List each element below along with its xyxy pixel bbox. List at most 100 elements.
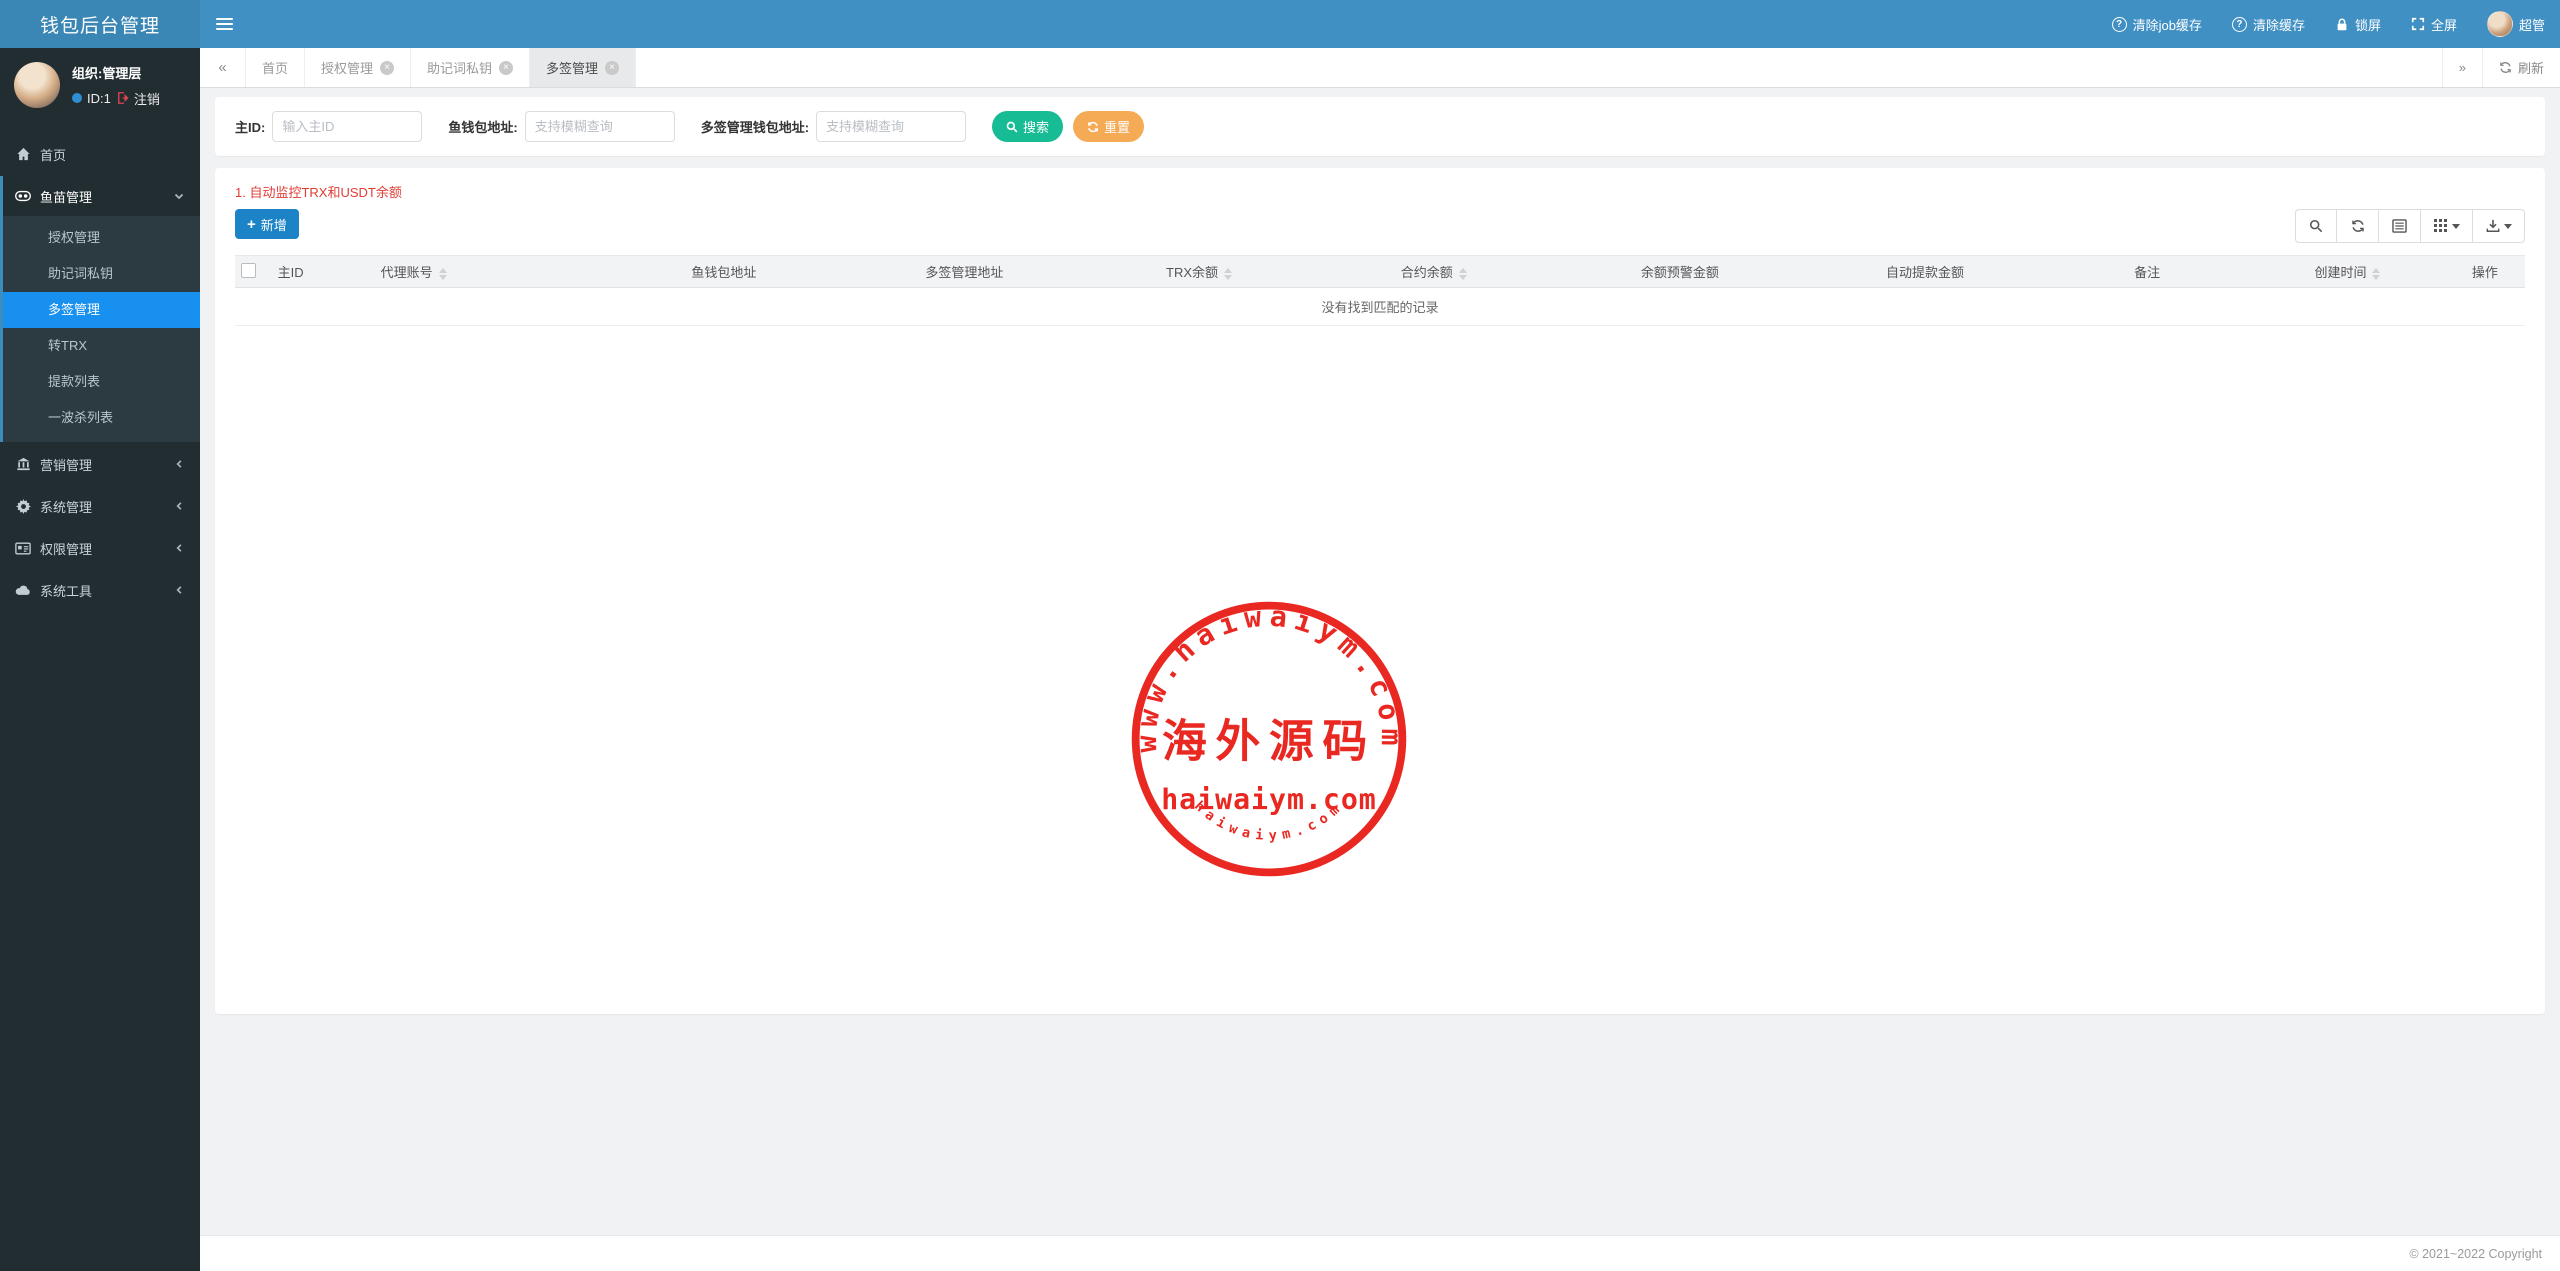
cloud-icon	[15, 584, 31, 596]
empty-row: 没有找到匹配的记录	[235, 287, 2525, 326]
col-main-id: 主ID	[271, 255, 375, 288]
field-label-fish-wallet: 鱼钱包地址:	[448, 120, 518, 135]
search-button[interactable]: 搜索	[992, 111, 1064, 142]
sidebar-item-home[interactable]: 首页	[0, 134, 200, 174]
clear-cache-button[interactable]: ? 清除缓存	[2217, 0, 2320, 48]
user-panel: 组织:管理层 ID:1 注销	[0, 48, 200, 124]
table-columns-button[interactable]	[2421, 209, 2473, 243]
col-trx-balance[interactable]: TRX余额	[1084, 255, 1314, 288]
tab-mnemonic[interactable]: 助记词私钥 ×	[411, 48, 531, 87]
lock-screen-button[interactable]: 锁屏	[2320, 0, 2396, 48]
fullscreen-button[interactable]: 全屏	[2396, 0, 2472, 48]
sidebar: 组织:管理层 ID:1 注销 首页 鱼苗管理 授权管理 助记词私钥 多签管理 转…	[0, 48, 200, 1271]
close-icon[interactable]: ×	[499, 60, 514, 75]
user-org: 组织:管理层	[72, 65, 142, 81]
select-all-checkbox[interactable]	[241, 262, 256, 278]
col-auto-withdraw: 自动提款金额	[1805, 255, 2045, 288]
chevron-left-icon	[174, 584, 185, 596]
sidebar-menu: 首页 鱼苗管理 授权管理 助记词私钥 多签管理 转TRX 提款列表 一波杀列表	[0, 134, 200, 610]
export-download-icon	[2486, 219, 2500, 233]
logout-link[interactable]: 注销	[134, 89, 160, 108]
sort-icon	[1458, 267, 1467, 280]
col-agent-account[interactable]: 代理账号	[374, 255, 604, 288]
sort-icon	[438, 267, 447, 280]
reset-button[interactable]: 重置	[1073, 111, 1145, 142]
avatar	[14, 62, 60, 108]
tab-multisig[interactable]: 多签管理 ×	[530, 48, 637, 87]
tabs-scroll-left-button[interactable]: «	[200, 48, 246, 87]
add-button[interactable]: + 新增	[235, 209, 299, 239]
home-icon	[15, 147, 31, 161]
sidebar-toggle-button[interactable]	[200, 0, 248, 48]
top-navbar: 钱包后台管理 ? 清除job缓存 ? 清除缓存 锁屏 全屏 超管	[0, 0, 2560, 48]
field-label-main-id: 主ID:	[235, 120, 266, 135]
table-detail-view-button[interactable]	[2379, 209, 2421, 243]
sidebar-item-system-management[interactable]: 系统管理	[0, 486, 200, 526]
multisig-wallet-input[interactable]	[816, 111, 967, 142]
sidebar-item-transfer-trx[interactable]: 转TRX	[3, 328, 200, 364]
table-refresh-button[interactable]	[2337, 209, 2379, 243]
sidebar-item-permission[interactable]: 权限管理	[0, 528, 200, 568]
footer: © 2021~2022 Copyright	[200, 1235, 2560, 1271]
fish-wallet-input[interactable]	[524, 111, 675, 142]
sidebar-item-system-tools[interactable]: 系统工具	[0, 570, 200, 610]
tab-authorization[interactable]: 授权管理 ×	[305, 48, 412, 87]
sidebar-item-fish-management[interactable]: 鱼苗管理 授权管理 助记词私钥 多签管理 转TRX 提款列表 一波杀列表	[0, 176, 200, 442]
tab-home[interactable]: 首页	[246, 48, 306, 87]
clear-job-cache-button[interactable]: ? 清除job缓存	[2097, 0, 2217, 48]
user-menu[interactable]: 超管	[2472, 0, 2560, 48]
avatar	[2486, 11, 2513, 37]
data-table: 主ID 代理账号 鱼钱包地址 多签管理地址 TRX余额 合约余额 余额预警金额 …	[235, 255, 2525, 326]
fish-management-icon	[15, 190, 31, 202]
notice-text: 1. 自动监控TRX和USDT余额	[235, 185, 402, 200]
main-id-input[interactable]	[272, 111, 423, 142]
sidebar-item-marketing[interactable]: 营销管理	[0, 444, 200, 484]
sort-icon	[1224, 267, 1233, 280]
question-circle-icon: ?	[2111, 16, 2127, 32]
close-icon[interactable]: ×	[605, 60, 620, 75]
sort-icon	[2372, 267, 2381, 280]
columns-grid-icon	[2433, 219, 2448, 233]
table-export-button[interactable]	[2473, 209, 2525, 243]
hamburger-icon	[215, 15, 233, 33]
col-created-time[interactable]: 创建时间	[2250, 255, 2445, 288]
tabs-scroll-right-button[interactable]: »	[2441, 48, 2482, 87]
plus-icon: +	[247, 215, 256, 233]
table-header-row: 主ID 代理账号 鱼钱包地址 多签管理地址 TRX余额 合约余额 余额预警金额 …	[235, 255, 2525, 288]
field-label-multisig-wallet: 多签管理钱包地址:	[700, 120, 810, 135]
col-contract-balance[interactable]: 合约余额	[1313, 255, 1554, 288]
status-dot-icon	[72, 93, 82, 103]
sidebar-item-onewave-list[interactable]: 一波杀列表	[3, 400, 200, 436]
sidebar-item-authorization[interactable]: 授权管理	[3, 220, 200, 256]
sidebar-item-withdraw-list[interactable]: 提款列表	[3, 364, 200, 400]
copyright-text: © 2021~2022 Copyright	[2409, 1246, 2542, 1261]
chevron-down-icon	[2503, 223, 2512, 229]
refresh-tab-button[interactable]: 刷新	[2481, 48, 2560, 87]
refresh-icon	[1087, 121, 1099, 133]
sign-out-icon	[116, 92, 129, 104]
sidebar-item-multisig[interactable]: 多签管理	[3, 292, 200, 328]
refresh-icon	[2351, 219, 2365, 233]
lock-icon	[2335, 17, 2349, 32]
col-multisig-address: 多签管理地址	[844, 255, 1085, 288]
close-icon[interactable]: ×	[380, 60, 395, 75]
table-search-button[interactable]	[2295, 209, 2337, 243]
refresh-icon	[2499, 61, 2512, 74]
idcard-icon	[15, 542, 31, 555]
chevron-left-icon	[174, 542, 185, 554]
question-circle-icon: ?	[2231, 16, 2247, 32]
gear-icon	[15, 498, 31, 514]
sidebar-item-mnemonic[interactable]: 助记词私钥	[3, 256, 200, 292]
bank-icon	[15, 457, 31, 471]
search-panel: 主ID: 鱼钱包地址: 多签管理钱包地址: 搜索 重置	[215, 97, 2545, 156]
col-fish-wallet: 鱼钱包地址	[603, 255, 845, 288]
tab-bar: « 首页 授权管理 × 助记词私钥 × 多签管理 × » 刷新	[200, 48, 2560, 88]
search-icon	[2309, 219, 2323, 233]
content-panel: 1. 自动监控TRX和USDT余额 + 新增 主ID 代理账号 鱼钱包地址 多签…	[215, 168, 2545, 1014]
chevron-left-icon	[174, 500, 185, 512]
chevron-left-icon	[174, 458, 185, 470]
table-toolbar	[2295, 209, 2525, 243]
col-actions: 操作	[2444, 255, 2525, 288]
work-area: 主ID: 鱼钱包地址: 多签管理钱包地址: 搜索 重置	[200, 88, 2560, 1235]
detail-view-icon	[2392, 219, 2407, 233]
